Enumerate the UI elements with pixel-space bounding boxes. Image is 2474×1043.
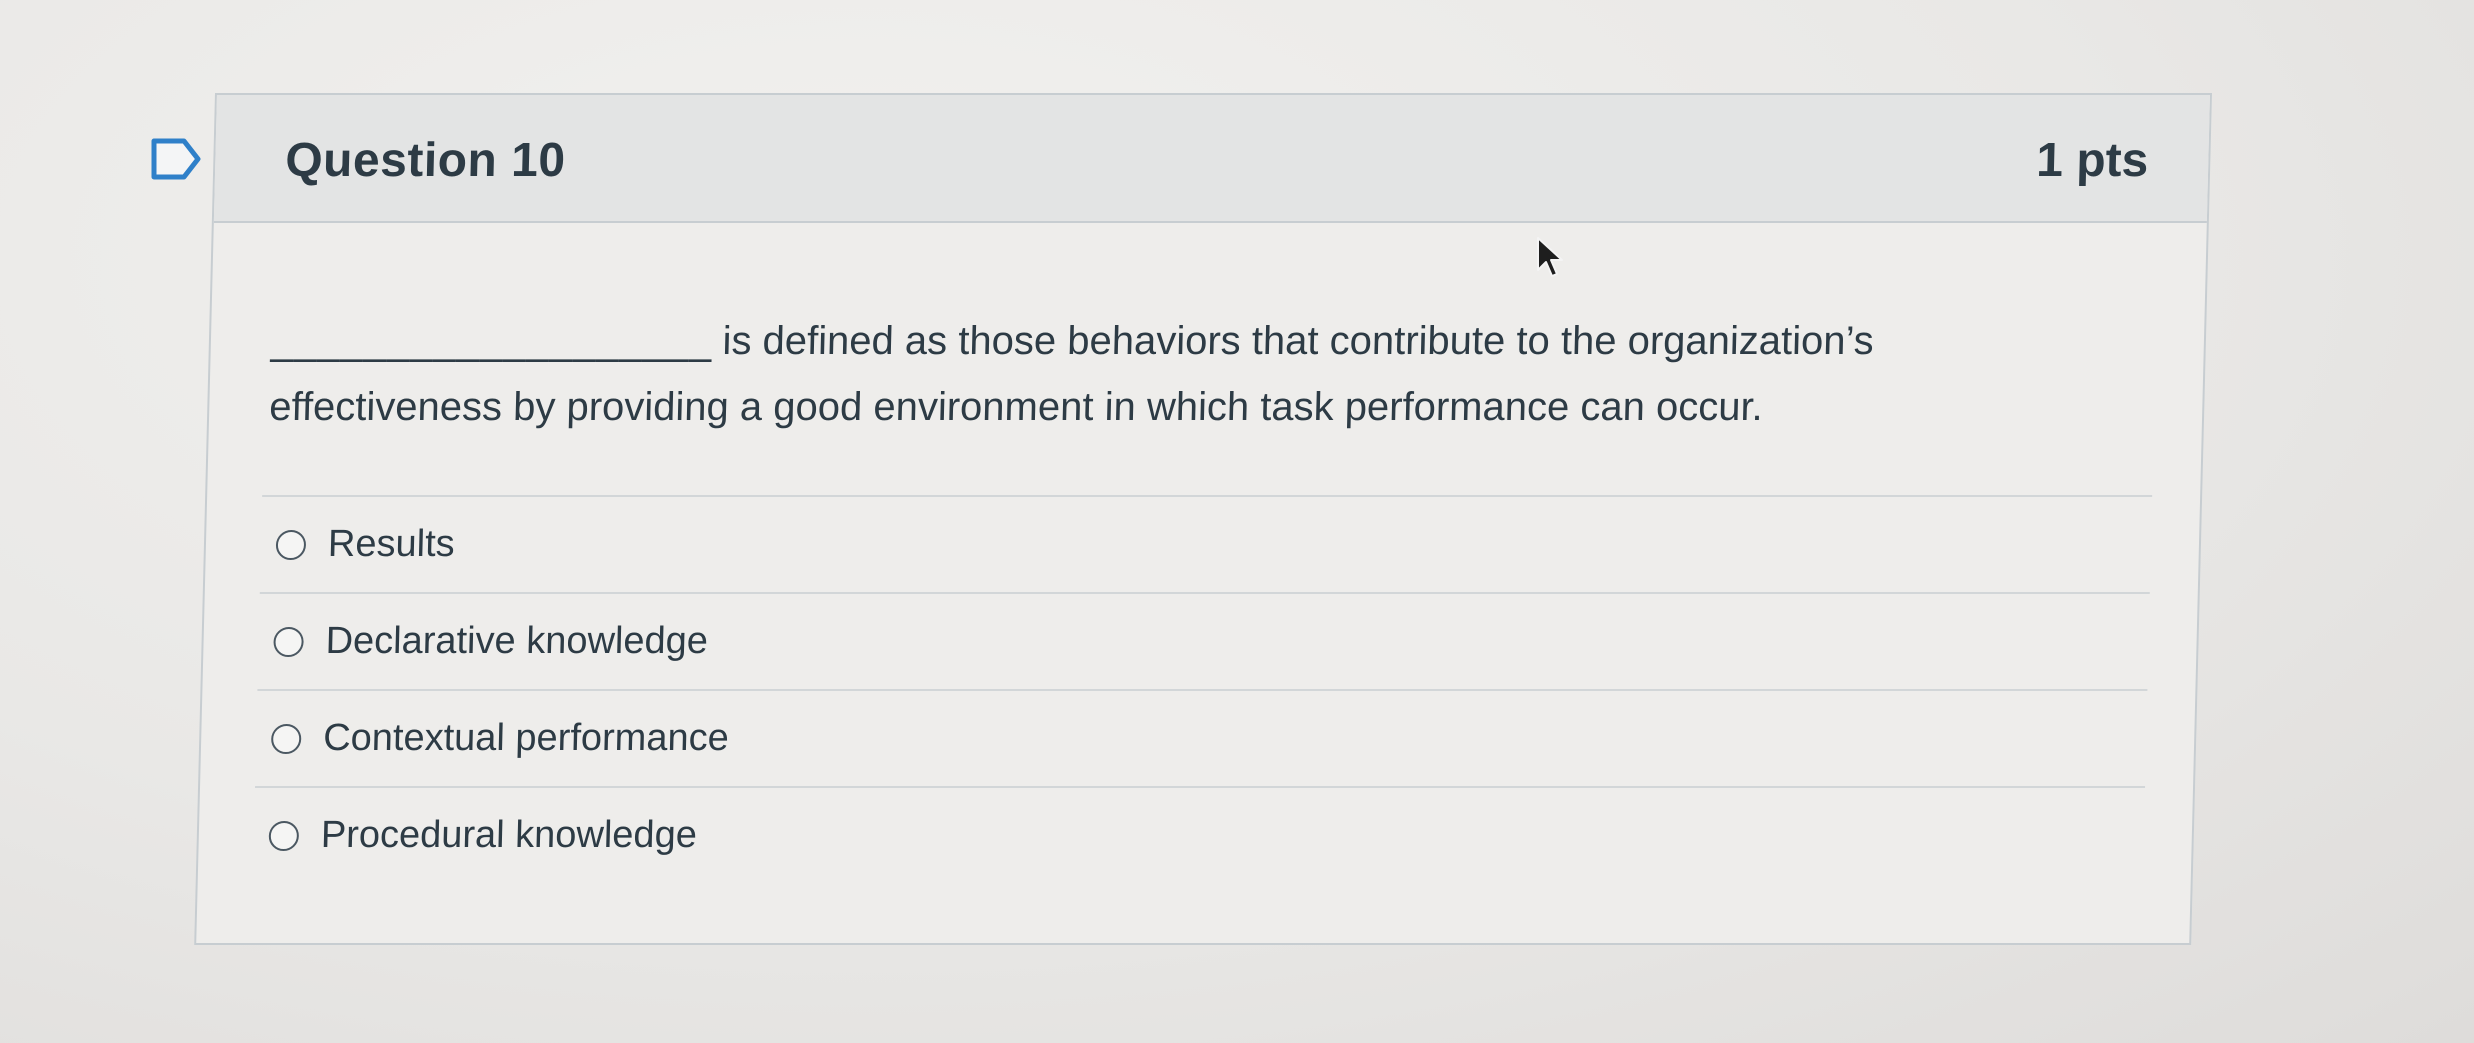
answer-label[interactable]: Declarative knowledge [325, 620, 708, 663]
question-text-line2: effectiveness by providing a good enviro… [268, 385, 1764, 429]
radio-button[interactable] [268, 820, 300, 851]
radio-button[interactable] [273, 626, 304, 657]
answer-option-declarative-knowledge[interactable]: Declarative knowledge [257, 592, 2150, 689]
radio-button[interactable] [275, 529, 307, 560]
answer-label[interactable]: Results [327, 523, 455, 566]
answer-option-results[interactable]: Results [259, 495, 2153, 592]
mouse-pointer-icon [1537, 237, 1563, 277]
question-card: Question 10 1 pts ___________________ is … [194, 93, 2212, 945]
answer-label[interactable]: Procedural knowledge [320, 814, 697, 857]
question-text: ___________________ is defined as those b… [269, 308, 1972, 440]
answer-blank: ___________________ [270, 319, 714, 363]
question-points: 1 pts [2035, 134, 2149, 187]
question-header: Question 10 1 pts [213, 95, 2210, 223]
question-text-line1: is defined as those behaviors that contr… [722, 319, 1875, 363]
answer-option-contextual-performance[interactable]: Contextual performance [255, 689, 2148, 786]
flag-question-icon[interactable] [150, 137, 204, 181]
question-title: Question 10 [284, 134, 567, 187]
answer-option-procedural-knowledge[interactable]: Procedural knowledge [252, 786, 2146, 883]
answer-label[interactable]: Contextual performance [323, 717, 730, 760]
answer-list: Results Declarative knowledge Contextual… [252, 495, 2153, 883]
radio-button[interactable] [270, 723, 302, 754]
